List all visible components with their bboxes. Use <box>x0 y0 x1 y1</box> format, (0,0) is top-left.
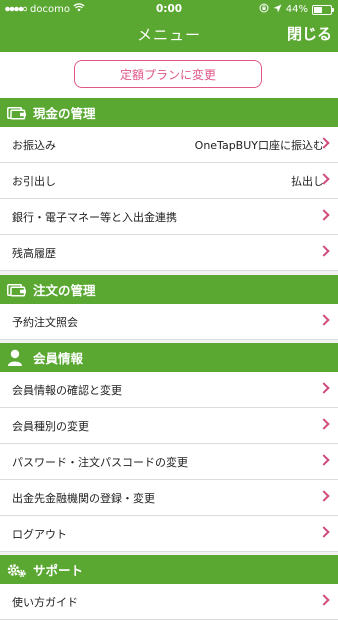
menu-item-label: お振込み <box>12 138 56 152</box>
section-header-orders: 注文の管理 <box>0 275 338 304</box>
change-plan-button[interactable]: 定額プランに変更 <box>74 60 262 88</box>
menu-item-withdrawal-bank[interactable]: 出金先金融機関の登録・変更 <box>0 480 338 516</box>
menu-item-withdrawal[interactable]: お引出し 払出し <box>0 163 338 199</box>
chevron-right-icon <box>318 490 330 502</box>
menu-item-member-info[interactable]: 会員情報の確認と変更 <box>0 372 338 408</box>
chevron-right-icon <box>318 454 330 466</box>
menu-item-label: 銀行・電子マネー等と入出金連携 <box>12 210 177 224</box>
gear-icon <box>7 562 27 578</box>
navigation-bar: docomo 0:00 44% メニュー 閉じる <box>0 0 338 52</box>
section-title-support: サポート <box>33 563 84 578</box>
menu-item-label: 会員種別の変更 <box>12 419 89 433</box>
status-bar: docomo 0:00 44% <box>0 0 338 18</box>
chevron-right-icon <box>318 245 330 257</box>
menu-item-guide[interactable]: 使い方ガイド <box>0 584 338 620</box>
menu-item-value: OneTapBUY口座に振込む <box>194 138 324 152</box>
wallet-icon <box>7 282 27 298</box>
menu-item-reserved-orders[interactable]: 予約注文照会 <box>0 304 338 340</box>
chevron-right-icon <box>318 418 330 430</box>
battery-icon <box>312 4 334 15</box>
menu-item-logout[interactable]: ログアウト <box>0 516 338 552</box>
menu-item-label: お引出し <box>12 174 56 188</box>
menu-item-label: 出金先金融機関の登録・変更 <box>12 491 155 505</box>
person-icon <box>7 349 27 366</box>
section-header-support: サポート <box>0 555 338 584</box>
location-arrow-icon <box>273 4 282 16</box>
chevron-right-icon <box>318 209 330 221</box>
menu-item-label: 会員情報の確認と変更 <box>12 383 122 397</box>
menu-item-label: 残高履歴 <box>12 246 56 260</box>
wallet-icon <box>7 105 27 121</box>
section-title-member: 会員情報 <box>33 351 84 366</box>
plan-area: 定額プランに変更 <box>0 52 338 98</box>
section-header-member: 会員情報 <box>0 343 338 372</box>
chevron-right-icon <box>318 526 330 538</box>
menu-item-label: 予約注文照会 <box>12 315 78 329</box>
close-button[interactable]: 閉じる <box>287 23 332 44</box>
status-right: 44% <box>259 3 334 16</box>
battery-percentage: 44% <box>285 4 308 15</box>
menu-item-password[interactable]: パスワード・注文パスコードの変更 <box>0 444 338 480</box>
menu-item-bank-link[interactable]: 銀行・電子マネー等と入出金連携 <box>0 199 338 235</box>
section-header-cash: 現金の管理 <box>0 98 338 127</box>
menu-item-label: パスワード・注文パスコードの変更 <box>12 455 188 469</box>
section-title-cash: 現金の管理 <box>33 106 96 121</box>
menu-item-label: ログアウト <box>12 527 67 541</box>
chevron-right-icon <box>318 382 330 394</box>
lock-rotation-icon <box>259 3 269 16</box>
menu-item-balance-history[interactable]: 残高履歴 <box>0 235 338 271</box>
chevron-right-icon <box>318 314 330 326</box>
menu-item-label: 使い方ガイド <box>12 595 78 609</box>
menu-item-member-type[interactable]: 会員種別の変更 <box>0 408 338 444</box>
section-title-orders: 注文の管理 <box>33 283 96 298</box>
menu-item-deposit[interactable]: お振込み OneTapBUY口座に振込む <box>0 127 338 163</box>
chevron-right-icon <box>318 594 330 606</box>
